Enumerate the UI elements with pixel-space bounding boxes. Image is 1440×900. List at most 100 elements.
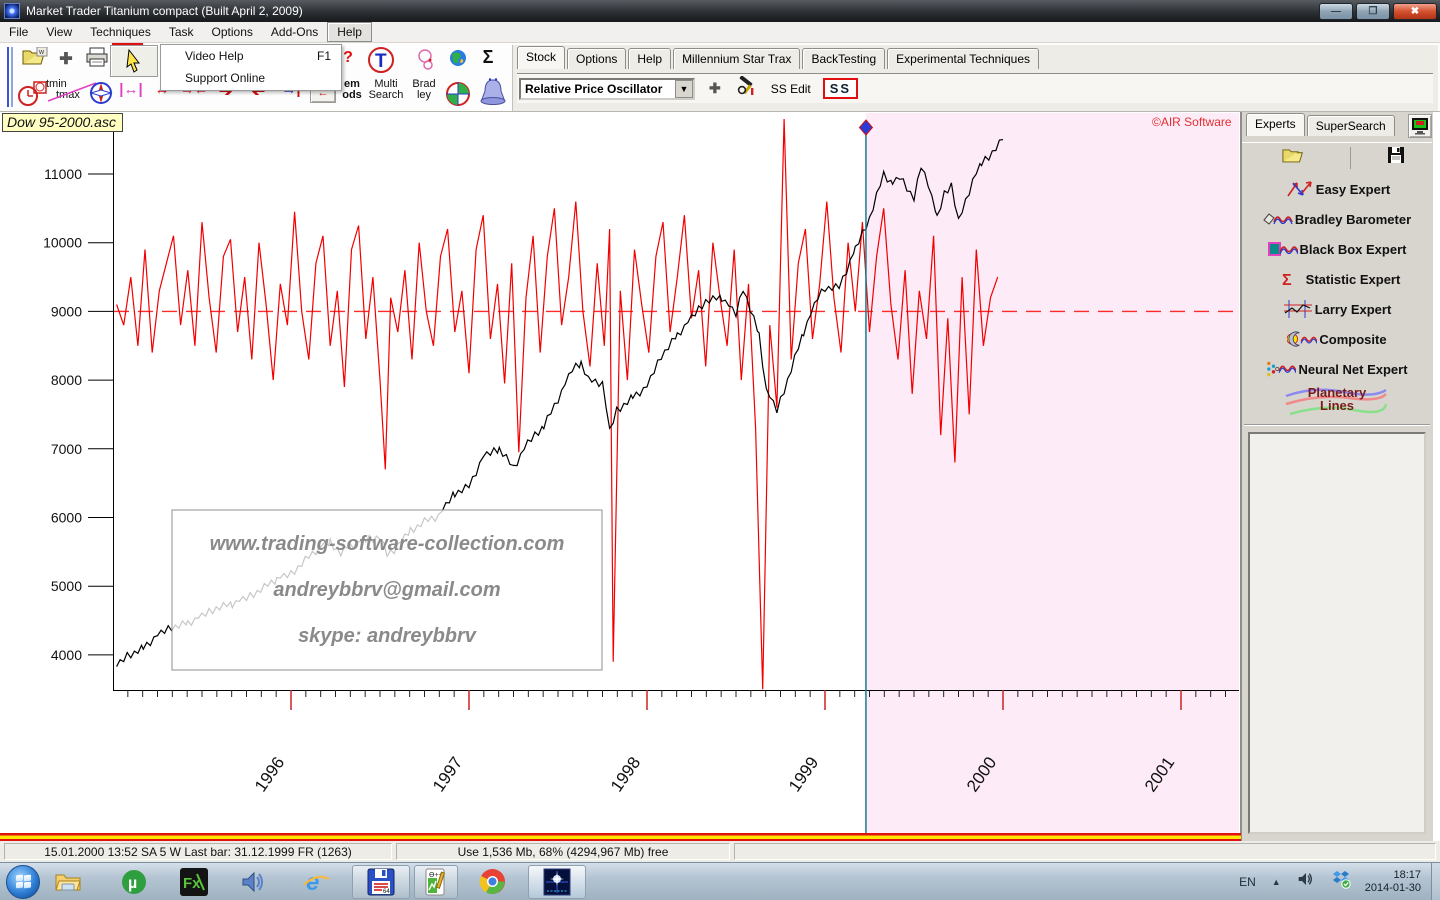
minimize-button[interactable]: — (1319, 3, 1353, 20)
watermark-line: skype: andreybbrv (298, 625, 478, 647)
expert-item-easy-expert[interactable]: Easy Expert (1242, 174, 1432, 204)
alarm-bell-button[interactable] (476, 77, 510, 107)
menu-file[interactable]: File (0, 23, 37, 41)
menu-task[interactable]: Task (160, 23, 203, 41)
tab-millennium-star-trax[interactable]: Millennium Star Trax (673, 48, 800, 69)
tab-stock[interactable]: Stock (517, 46, 565, 69)
start-button[interactable] (6, 865, 40, 899)
svg-text:w: w (38, 49, 45, 56)
expert-item-neural-net-expert[interactable]: Neural Net Expert (1242, 354, 1432, 384)
tray-clock[interactable]: 18:17 2014-01-30 (1365, 869, 1421, 895)
restore-button[interactable]: ❐ (1356, 3, 1390, 20)
help-menu-popup: Video HelpF1Support Online (160, 44, 342, 91)
taskbar-ie-button[interactable]: e (296, 865, 336, 899)
tab-experimental-techniques[interactable]: Experimental Techniques (887, 48, 1039, 69)
menu-techniques[interactable]: Techniques (81, 23, 160, 41)
toolbar-gripper[interactable] (7, 47, 13, 107)
pointer-tool-button[interactable] (110, 45, 158, 77)
add-chart-button[interactable]: ✚ (56, 49, 76, 69)
panel-monitor-button[interactable] (1408, 114, 1432, 138)
save-expert-button[interactable] (1387, 146, 1405, 169)
menu-help[interactable]: Help (327, 22, 372, 42)
panel-tab-supersearch[interactable]: SuperSearch (1307, 115, 1395, 136)
chart-file-label[interactable]: Dow 95-2000.asc (2, 113, 123, 132)
menu-add-ons[interactable]: Add-Ons (262, 23, 327, 41)
monitor-icon (1411, 117, 1429, 135)
floppy-app-icon: 64 (367, 868, 395, 896)
menu-item-video-help[interactable]: Video HelpF1 (161, 45, 341, 67)
compass-icon (89, 81, 113, 105)
multi-search-button[interactable]: Multi Search (366, 79, 406, 101)
ss-edit-button[interactable]: SS Edit (771, 82, 811, 96)
menu-options[interactable]: Options (203, 23, 262, 41)
edit-tools-button[interactable] (737, 76, 757, 101)
taskbar-volume-app-button[interactable] (234, 865, 274, 899)
open-file-button[interactable]: w (20, 47, 50, 67)
expert-output-panel[interactable] (1248, 432, 1426, 834)
tee-circle-icon: T (367, 47, 395, 73)
tray-expand-arrow[interactable]: ▲ (1272, 877, 1281, 887)
svg-text:µ: µ (128, 875, 137, 892)
expert-item-planetary-lines[interactable]: Planetary Lines (1242, 384, 1432, 414)
moon-planets-icon (405, 47, 435, 73)
sigma-icon: Σ (1274, 269, 1304, 289)
technique-select[interactable]: Relative Price Oscillator ▼ (519, 78, 695, 100)
time-tool-button[interactable] (16, 81, 48, 107)
globe-icon (449, 49, 467, 67)
y-tick-label: 10000 (43, 235, 82, 251)
bradley-button[interactable]: Brad ley (408, 79, 440, 101)
menu-item-support-online[interactable]: Support Online (161, 67, 341, 89)
taskbar-explorer-button[interactable] (48, 865, 88, 899)
expert-item-black-box-expert[interactable]: Black Box Expert (1242, 234, 1432, 264)
tab-options[interactable]: Options (567, 48, 626, 69)
supersearch-button[interactable]: SS (823, 78, 858, 99)
taskbar-notes-app-button[interactable]: Ɵ++ (414, 865, 458, 899)
language-indicator[interactable]: EN (1239, 875, 1256, 889)
help-question-icon[interactable]: ? (340, 49, 356, 67)
globe-button[interactable] (447, 49, 469, 67)
text-tool-button[interactable]: T (366, 47, 396, 73)
methods-button[interactable]: em ods (338, 79, 366, 101)
expert-item-bradley-barometer[interactable]: Bradley Barometer (1242, 204, 1432, 234)
chevron-down-icon[interactable]: ▼ (675, 80, 693, 98)
load-expert-button[interactable] (1282, 146, 1306, 170)
target-tool-button[interactable] (444, 81, 472, 107)
tray-date: 2014-01-30 (1365, 882, 1421, 895)
technique-tabs: StockOptionsHelpMillennium Star TraxBack… (517, 47, 1041, 69)
expert-item-label: Composite (1319, 332, 1386, 347)
chart-pane[interactable]: www.trading-software-collection.comandre… (0, 112, 1241, 841)
show-desktop-button[interactable] (1431, 863, 1440, 900)
y-tick-label: 11000 (44, 166, 82, 182)
expert-item-composite[interactable]: Composite (1242, 324, 1432, 354)
y-tick-label: 4000 (51, 647, 82, 663)
taskbar-utorrent-button[interactable]: µ (114, 865, 154, 899)
clock-icon (17, 81, 47, 107)
easy-icon (1284, 179, 1314, 199)
tab-backtesting[interactable]: BackTesting (802, 48, 885, 69)
close-button[interactable]: ✖ (1393, 3, 1437, 20)
compass-tool-button[interactable] (88, 81, 114, 105)
panel-tab-experts[interactable]: Experts (1246, 113, 1305, 136)
add-technique-button[interactable]: ✚ (709, 80, 721, 97)
taskbar-fx-button[interactable]: Fx (174, 865, 214, 899)
price-chart[interactable]: www.trading-software-collection.comandre… (0, 112, 1241, 841)
tmin-tmax-tool[interactable]: tmin tmax (46, 79, 92, 101)
tab-help[interactable]: Help (628, 48, 671, 69)
print-button[interactable] (84, 47, 110, 67)
expert-item-statistic-expert[interactable]: ΣStatistic Expert (1242, 264, 1432, 294)
title-bar[interactable]: Market Trader Titanium compact (Built Ap… (0, 0, 1440, 22)
taskbar-chrome-button[interactable] (472, 865, 512, 899)
tray-volume-button[interactable] (1297, 871, 1315, 892)
taskbar-floppy-app-button[interactable]: 64 (352, 865, 410, 899)
notes-app-icon: Ɵ++ (424, 868, 448, 896)
range-full-tool[interactable]: |↔| (116, 81, 146, 98)
technique-combo-row: Relative Price Oscillator ▼ ✚ SS Edit SS (517, 73, 1433, 103)
expert-item-larry-expert[interactable]: Larry Expert (1242, 294, 1432, 324)
chart-bottom-bar-middle (0, 836, 1241, 840)
statistics-sigma-button[interactable]: Σ (478, 47, 498, 68)
tray-dropbox-button[interactable] (1331, 869, 1351, 894)
taskbar-market-trader-button[interactable] (528, 865, 586, 899)
astro-tool-button[interactable] (404, 47, 436, 73)
blackbox-icon (1268, 239, 1298, 259)
menu-view[interactable]: View (37, 23, 81, 41)
